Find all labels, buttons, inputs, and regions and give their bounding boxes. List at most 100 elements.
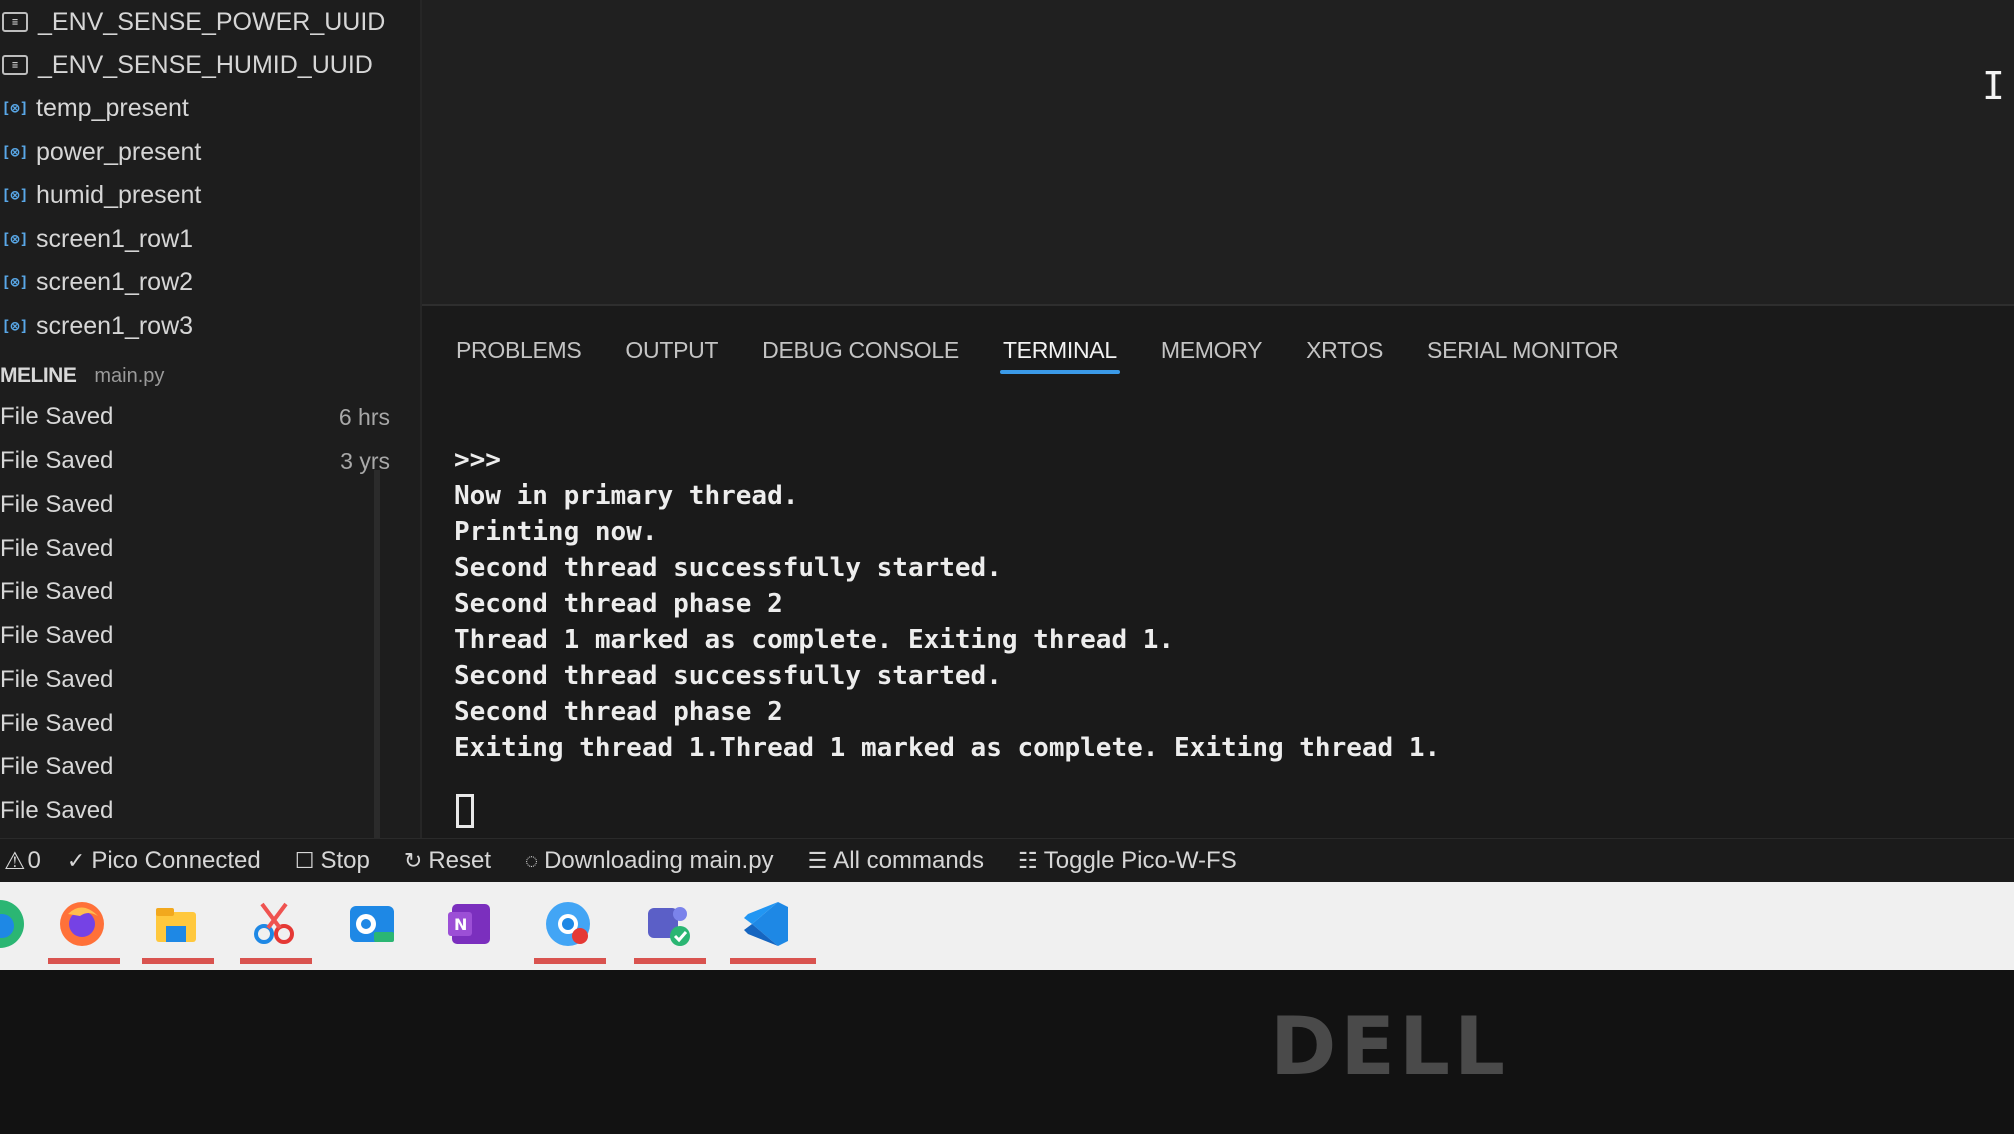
terminal-line: Second thread successfully started. <box>454 661 1002 691</box>
vscode-running-indicator <box>730 958 816 964</box>
taskbar: N <box>0 882 2014 970</box>
timeline-row-time: 6 hrs <box>338 403 390 430</box>
timeline-row-label: File Saved <box>0 535 114 562</box>
editor-area[interactable]: I <box>422 0 2014 306</box>
text-cursor-icon: I <box>1982 64 2005 108</box>
download-label: Downloading main.py <box>544 847 774 874</box>
dell-logo: DELL <box>1270 1000 1510 1093</box>
teams-icon[interactable] <box>640 896 696 952</box>
timeline-file: main.py <box>94 364 165 387</box>
timeline-row[interactable]: File Saved <box>0 703 390 745</box>
variable-icon: [⊗] <box>1 230 29 248</box>
spinner-icon: ◌ <box>525 848 539 873</box>
outline-item-label: temp_present <box>36 93 189 122</box>
pico-connected-label: Pico Connected <box>91 847 261 874</box>
edge-icon[interactable] <box>0 896 28 952</box>
variable-icon: [⊗] <box>1 186 29 204</box>
outline-item-label: screen1_row2 <box>36 267 194 296</box>
timeline-row-label: File Saved <box>0 403 114 430</box>
vscode-icon[interactable] <box>738 896 794 952</box>
outline-item[interactable]: [⊗] screen1_row2 <box>0 262 193 302</box>
terminal-line: Printing now. <box>454 517 658 547</box>
variable-icon: [⊗] <box>1 99 29 117</box>
outline-item-label: screen1_row1 <box>36 224 194 253</box>
outline-item[interactable]: [⊗] power_present <box>0 132 201 172</box>
filesystem-icon: ☷ <box>1018 848 1038 873</box>
snipping-tool-icon[interactable] <box>246 896 302 952</box>
timeline-row[interactable]: File Saved <box>0 571 390 613</box>
outline-item[interactable]: [⊗] humid_present <box>0 175 201 215</box>
variable-icon: [⊗] <box>1 273 29 291</box>
teams-running-indicator <box>634 958 706 964</box>
stop-label: Stop <box>320 847 370 874</box>
all-commands-label: All commands <box>833 847 985 874</box>
file-explorer-running-indicator <box>142 958 214 964</box>
timeline-row[interactable]: File Saved <box>0 790 390 832</box>
chrome-icon[interactable] <box>540 896 596 952</box>
timeline-row-label: File Saved <box>0 447 114 474</box>
terminal-line: >>> <box>454 445 501 475</box>
timeline-row[interactable]: File Saved <box>0 484 390 526</box>
pico-connected-status[interactable]: ✓ Pico Connected <box>67 847 261 875</box>
terminal-line: Second thread successfully started. <box>454 553 1002 583</box>
panel-tabs: PROBLEMS OUTPUT DEBUG CONSOLE TERMINAL M… <box>456 324 1662 384</box>
problems-count-value: 0 <box>27 847 41 874</box>
timeline-row-label: File Saved <box>0 797 114 824</box>
outline-item-label: screen1_row3 <box>36 311 194 340</box>
tab-terminal[interactable]: TERMINAL <box>999 337 1120 374</box>
tab-xrtos[interactable]: XRTOS <box>1306 337 1383 372</box>
all-commands-button[interactable]: ☰ All commands <box>808 847 984 875</box>
tab-problems[interactable]: PROBLEMS <box>456 337 582 372</box>
timeline-row[interactable]: File Saved <box>0 746 390 788</box>
timeline-row-label: File Saved <box>0 753 114 780</box>
tab-output[interactable]: OUTPUT <box>625 337 718 372</box>
list-icon: ☰ <box>807 848 828 873</box>
tab-debug-console[interactable]: DEBUG CONSOLE <box>762 337 959 372</box>
terminal-line: Now in primary thread. <box>454 481 799 511</box>
terminal-line: Second thread phase 2 <box>454 589 783 619</box>
reset-label: Reset <box>428 847 492 874</box>
reset-button[interactable]: ↻ Reset <box>404 847 491 875</box>
terminal-cursor <box>456 794 474 828</box>
terminal-output[interactable]: >>> Now in primary thread. Printing now.… <box>454 442 1994 828</box>
timeline-row-label: File Saved <box>0 710 114 737</box>
outline-item[interactable]: [⊗] screen1_row3 <box>0 306 193 346</box>
outline-item[interactable]: [⊗] temp_present <box>0 88 189 128</box>
timeline-row[interactable]: File Saved 3 yrs <box>0 440 390 482</box>
constant-icon: ≡ <box>2 12 28 32</box>
download-status[interactable]: ◌ Downloading main.py <box>525 847 774 875</box>
outline-item-label: _ENV_SENSE_HUMID_UUID <box>38 50 373 79</box>
problems-count[interactable]: ⚠ 0 <box>4 847 41 876</box>
timeline-row-label: File Saved <box>0 622 114 649</box>
onenote-icon[interactable]: N <box>442 896 498 952</box>
toggle-fs-button[interactable]: ☷ Toggle Pico-W-FS <box>1018 847 1237 875</box>
outline-item-label: power_present <box>36 137 202 166</box>
timeline-row[interactable]: File Saved 6 hrs <box>0 396 390 438</box>
timeline-row-label: File Saved <box>0 578 114 605</box>
timeline-header[interactable]: MELINE main.py <box>0 356 420 396</box>
timeline-row-time: 3 yrs <box>340 447 390 474</box>
file-explorer-icon[interactable] <box>148 896 204 952</box>
timeline-row-label: File Saved <box>0 666 114 693</box>
timeline-row[interactable]: File Saved <box>0 528 390 570</box>
outline-item[interactable]: ≡ _ENV_SENSE_POWER_UUID <box>0 2 385 42</box>
firefox-icon[interactable] <box>54 896 110 952</box>
outline-item[interactable]: [⊗] screen1_row1 <box>0 219 193 259</box>
terminal-line: Exiting thread 1.Thread 1 marked as comp… <box>454 733 1441 763</box>
outline-item[interactable]: ≡ _ENV_SENSE_HUMID_UUID <box>0 45 373 85</box>
firefox-running-indicator <box>48 958 120 964</box>
terminal-line: Thread 1 marked as complete. Exiting thr… <box>454 625 1175 655</box>
tab-serial-monitor[interactable]: SERIAL MONITOR <box>1427 337 1619 372</box>
reset-icon: ↻ <box>403 848 423 873</box>
timeline-scrollbar[interactable] <box>374 470 380 838</box>
timeline-title: MELINE <box>0 364 77 387</box>
status-bar: ⚠ 0 ✓ Pico Connected ☐ Stop ↻ Reset ◌ Do… <box>0 838 2014 883</box>
outlook-icon[interactable] <box>344 896 400 952</box>
svg-text:N: N <box>454 915 467 934</box>
timeline-row[interactable]: File Saved <box>0 615 390 657</box>
tab-memory[interactable]: MEMORY <box>1161 337 1263 372</box>
bottom-panel: PROBLEMS OUTPUT DEBUG CONSOLE TERMINAL M… <box>422 306 2014 838</box>
timeline-row[interactable]: File Saved <box>0 659 390 701</box>
stop-button[interactable]: ☐ Stop <box>295 847 370 875</box>
outline-item-label: _ENV_SENSE_POWER_UUID <box>38 7 386 36</box>
